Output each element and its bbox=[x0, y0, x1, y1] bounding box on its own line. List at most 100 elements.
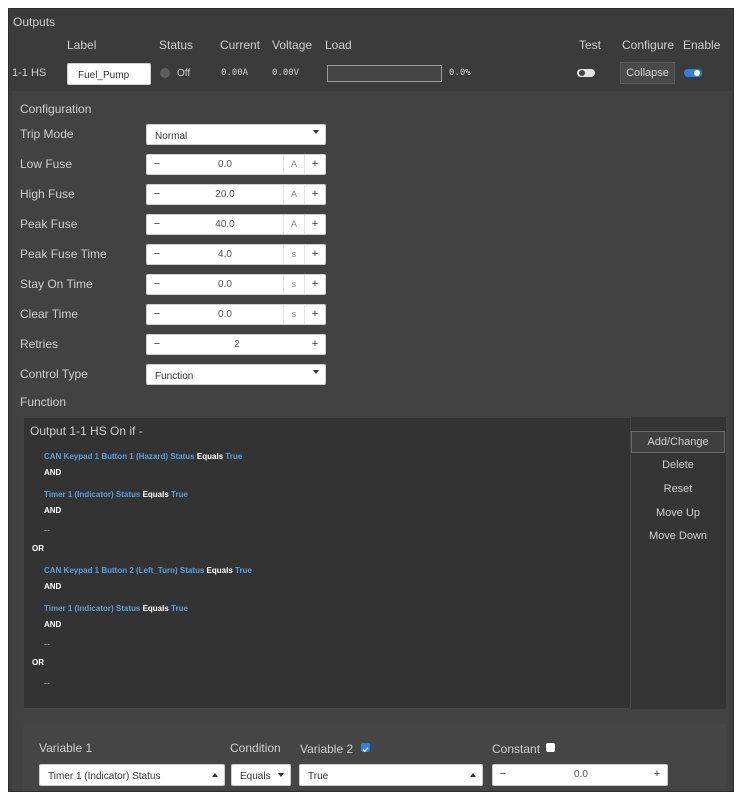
stay-on-time-value[interactable]: 0.0 bbox=[167, 275, 283, 294]
low-fuse-value[interactable]: 0.0 bbox=[167, 155, 283, 174]
operator-and: AND bbox=[44, 468, 62, 477]
test-toggle[interactable] bbox=[577, 69, 595, 77]
delete-button[interactable]: Delete bbox=[631, 455, 725, 475]
plus-icon[interactable]: + bbox=[647, 765, 667, 785]
variable1-label: Variable 1 bbox=[39, 741, 93, 755]
minus-icon[interactable]: − bbox=[147, 275, 167, 294]
enable-toggle[interactable] bbox=[684, 69, 702, 77]
plus-icon[interactable]: + bbox=[305, 245, 325, 264]
chevron-down-icon bbox=[278, 773, 284, 777]
stay-on-time-stepper[interactable]: − 0.0 s + bbox=[146, 274, 326, 295]
variable1-value: Timer 1 (Indicator) Status bbox=[48, 771, 161, 782]
check-icon bbox=[362, 747, 369, 753]
control-type-select[interactable]: Function bbox=[146, 364, 326, 385]
configuration-panel: Configuration Trip Mode Normal Low Fuse … bbox=[12, 91, 732, 791]
trip-mode-label: Trip Mode bbox=[20, 127, 74, 141]
minus-icon[interactable]: − bbox=[147, 305, 167, 324]
empty-slot[interactable]: -- bbox=[44, 639, 50, 649]
clear-time-value[interactable]: 0.0 bbox=[167, 305, 283, 324]
minus-icon[interactable]: − bbox=[147, 245, 167, 264]
peak-fuse-label: Peak Fuse bbox=[20, 217, 78, 231]
condition-value: Equals bbox=[240, 771, 271, 782]
col-voltage: Voltage bbox=[272, 38, 313, 52]
low-fuse-unit: A bbox=[283, 155, 305, 174]
operator-or: OR bbox=[32, 544, 44, 553]
current-value: 0.00A bbox=[221, 68, 249, 78]
condition-1[interactable]: CAN Keypad 1 Button 1 (Hazard) Status Eq… bbox=[44, 452, 242, 461]
variable2-value: True bbox=[308, 771, 329, 782]
variable2-label: Variable 2 bbox=[300, 742, 354, 756]
minus-icon[interactable]: − bbox=[493, 765, 513, 785]
chevron-down-icon bbox=[313, 130, 319, 134]
constant-checkbox[interactable] bbox=[546, 743, 555, 752]
plus-icon[interactable]: + bbox=[305, 155, 325, 174]
operator-and: AND bbox=[44, 582, 62, 591]
stay-on-time-label: Stay On Time bbox=[20, 277, 93, 291]
low-fuse-stepper[interactable]: − 0.0 A + bbox=[146, 154, 326, 175]
empty-slot[interactable]: -- bbox=[44, 678, 50, 688]
control-type-value: Function bbox=[155, 371, 194, 382]
high-fuse-value[interactable]: 20.0 bbox=[167, 185, 283, 204]
load-text: 0.0% bbox=[449, 68, 471, 78]
peak-fuse-unit: A bbox=[283, 215, 305, 234]
trip-mode-value: Normal bbox=[155, 131, 188, 142]
operator-and: AND bbox=[44, 506, 62, 515]
col-enable: Enable bbox=[683, 38, 721, 52]
chevron-down-icon bbox=[313, 370, 319, 374]
panel-title: Outputs bbox=[13, 15, 56, 29]
peak-fuse-stepper[interactable]: − 40.0 A + bbox=[146, 214, 326, 235]
voltage-value: 0.00V bbox=[272, 68, 300, 78]
add-change-button[interactable]: Add/Change bbox=[631, 431, 725, 453]
variable2-checkbox[interactable] bbox=[361, 743, 370, 753]
enable-toggle-knob bbox=[694, 70, 700, 76]
empty-slot[interactable]: -- bbox=[44, 525, 50, 535]
move-down-button[interactable]: Move Down bbox=[631, 526, 725, 546]
retries-stepper[interactable]: − 2 + bbox=[146, 334, 326, 355]
peak-fuse-time-unit: s bbox=[283, 245, 305, 264]
load-bar bbox=[327, 65, 442, 82]
condition-4[interactable]: Timer 1 (Indicator) Status Equals True bbox=[44, 604, 188, 613]
logic-expression-panel: Output 1-1 HS On if - CAN Keypad 1 Butto… bbox=[23, 417, 631, 709]
constant-value[interactable]: 0.0 bbox=[513, 765, 649, 785]
peak-fuse-time-value[interactable]: 4.0 bbox=[167, 245, 283, 264]
reset-button[interactable]: Reset bbox=[631, 479, 725, 499]
minus-icon[interactable]: − bbox=[147, 215, 167, 234]
plus-icon[interactable]: + bbox=[305, 215, 325, 234]
peak-fuse-time-stepper[interactable]: − 4.0 s + bbox=[146, 244, 326, 265]
high-fuse-unit: A bbox=[283, 185, 305, 204]
move-up-button[interactable]: Move Up bbox=[631, 503, 725, 523]
control-type-label: Control Type bbox=[20, 367, 88, 381]
minus-icon[interactable]: − bbox=[147, 335, 167, 354]
condition-label: Condition bbox=[230, 741, 281, 755]
clear-time-label: Clear Time bbox=[20, 307, 79, 321]
peak-fuse-value[interactable]: 40.0 bbox=[167, 215, 283, 234]
col-configure: Configure bbox=[622, 38, 675, 52]
configuration-title: Configuration bbox=[20, 102, 92, 116]
trip-mode-select[interactable]: Normal bbox=[146, 124, 326, 145]
condition-3[interactable]: CAN Keypad 1 Button 2 (Left_Turn) Status… bbox=[44, 566, 252, 575]
col-load: Load bbox=[325, 38, 352, 52]
minus-icon[interactable]: − bbox=[147, 155, 167, 174]
condition-select[interactable]: Equals bbox=[231, 764, 291, 786]
stay-on-time-unit: s bbox=[283, 275, 305, 294]
plus-icon[interactable]: + bbox=[305, 335, 325, 354]
condition-2[interactable]: Timer 1 (Indicator) Status Equals True bbox=[44, 490, 188, 499]
high-fuse-stepper[interactable]: − 20.0 A + bbox=[146, 184, 326, 205]
high-fuse-label: High Fuse bbox=[20, 187, 75, 201]
chevron-up-icon bbox=[470, 773, 476, 777]
plus-icon[interactable]: + bbox=[305, 305, 325, 324]
variable2-select[interactable]: True bbox=[299, 764, 483, 786]
retries-value[interactable]: 2 bbox=[167, 335, 307, 354]
outputs-panel: Outputs Label Status Current Voltage Loa… bbox=[8, 8, 734, 792]
constant-label: Constant bbox=[492, 742, 541, 756]
output-label-input[interactable]: Fuel_Pump bbox=[67, 63, 151, 85]
variable1-select[interactable]: Timer 1 (Indicator) Status bbox=[39, 764, 225, 786]
col-label: Label bbox=[67, 38, 97, 52]
plus-icon[interactable]: + bbox=[305, 275, 325, 294]
minus-icon[interactable]: − bbox=[147, 185, 167, 204]
output-id: 1-1 HS bbox=[12, 67, 47, 79]
constant-stepper[interactable]: − 0.0 + bbox=[492, 764, 668, 786]
clear-time-stepper[interactable]: − 0.0 s + bbox=[146, 304, 326, 325]
collapse-button[interactable]: Collapse bbox=[620, 62, 675, 84]
plus-icon[interactable]: + bbox=[305, 185, 325, 204]
